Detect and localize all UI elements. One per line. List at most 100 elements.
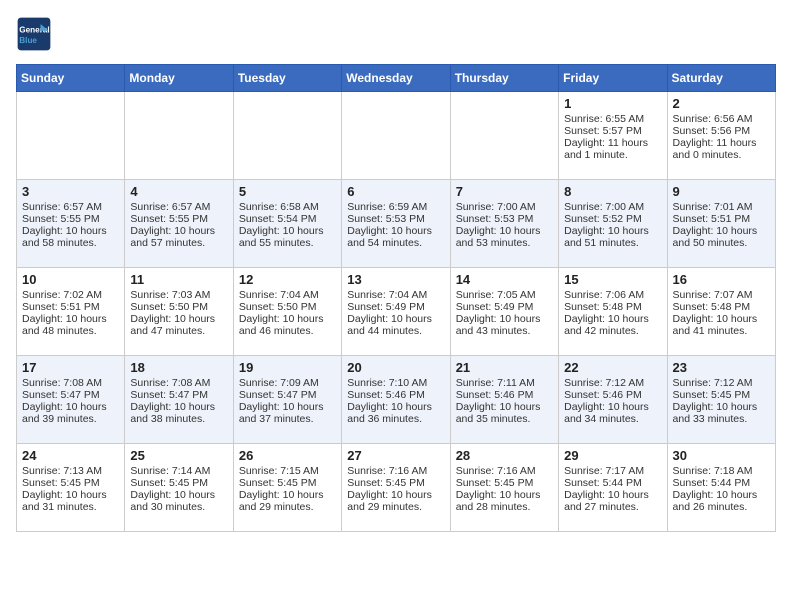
day-number: 8 <box>564 184 661 199</box>
day-info: and 41 minutes. <box>673 325 770 337</box>
day-info: and 50 minutes. <box>673 237 770 249</box>
day-number: 28 <box>456 448 553 463</box>
week-row-3: 10Sunrise: 7:02 AMSunset: 5:51 PMDayligh… <box>17 268 776 356</box>
calendar-cell: 13Sunrise: 7:04 AMSunset: 5:49 PMDayligh… <box>342 268 450 356</box>
day-info: Sunrise: 7:00 AM <box>564 201 661 213</box>
calendar-cell: 17Sunrise: 7:08 AMSunset: 5:47 PMDayligh… <box>17 356 125 444</box>
day-number: 21 <box>456 360 553 375</box>
day-info: and 58 minutes. <box>22 237 119 249</box>
day-number: 15 <box>564 272 661 287</box>
day-info: Sunrise: 7:10 AM <box>347 377 444 389</box>
day-info: Sunrise: 7:12 AM <box>673 377 770 389</box>
day-info: Sunset: 5:45 PM <box>456 477 553 489</box>
day-info: Daylight: 10 hours <box>239 401 336 413</box>
day-info: and 37 minutes. <box>239 413 336 425</box>
calendar-cell: 1Sunrise: 6:55 AMSunset: 5:57 PMDaylight… <box>559 92 667 180</box>
weekday-header-saturday: Saturday <box>667 65 775 92</box>
day-info: Daylight: 10 hours <box>673 489 770 501</box>
day-info: Sunrise: 7:00 AM <box>456 201 553 213</box>
day-info: Sunset: 5:51 PM <box>673 213 770 225</box>
day-info: and 36 minutes. <box>347 413 444 425</box>
calendar-cell <box>125 92 233 180</box>
day-info: Sunset: 5:47 PM <box>130 389 227 401</box>
day-number: 23 <box>673 360 770 375</box>
day-info: Sunset: 5:45 PM <box>22 477 119 489</box>
day-number: 7 <box>456 184 553 199</box>
day-info: Daylight: 10 hours <box>347 489 444 501</box>
day-info: Sunset: 5:45 PM <box>673 389 770 401</box>
svg-text:Blue: Blue <box>19 36 37 45</box>
day-number: 14 <box>456 272 553 287</box>
day-info: Sunset: 5:44 PM <box>673 477 770 489</box>
calendar-cell: 3Sunrise: 6:57 AMSunset: 5:55 PMDaylight… <box>17 180 125 268</box>
day-info: and 34 minutes. <box>564 413 661 425</box>
day-number: 24 <box>22 448 119 463</box>
day-info: Sunrise: 7:13 AM <box>22 465 119 477</box>
day-info: Sunrise: 7:11 AM <box>456 377 553 389</box>
calendar-cell: 14Sunrise: 7:05 AMSunset: 5:49 PMDayligh… <box>450 268 558 356</box>
day-number: 30 <box>673 448 770 463</box>
weekday-header-wednesday: Wednesday <box>342 65 450 92</box>
day-info: Daylight: 10 hours <box>22 401 119 413</box>
weekday-header-friday: Friday <box>559 65 667 92</box>
day-info: and 54 minutes. <box>347 237 444 249</box>
week-row-2: 3Sunrise: 6:57 AMSunset: 5:55 PMDaylight… <box>17 180 776 268</box>
calendar-cell: 8Sunrise: 7:00 AMSunset: 5:52 PMDaylight… <box>559 180 667 268</box>
calendar-table: SundayMondayTuesdayWednesdayThursdayFrid… <box>16 64 776 532</box>
day-info: Daylight: 10 hours <box>673 401 770 413</box>
calendar-cell: 16Sunrise: 7:07 AMSunset: 5:48 PMDayligh… <box>667 268 775 356</box>
week-row-1: 1Sunrise: 6:55 AMSunset: 5:57 PMDaylight… <box>17 92 776 180</box>
day-number: 3 <box>22 184 119 199</box>
day-info: and 51 minutes. <box>564 237 661 249</box>
calendar-cell: 10Sunrise: 7:02 AMSunset: 5:51 PMDayligh… <box>17 268 125 356</box>
calendar-cell: 15Sunrise: 7:06 AMSunset: 5:48 PMDayligh… <box>559 268 667 356</box>
day-info: Daylight: 10 hours <box>130 313 227 325</box>
calendar-cell: 29Sunrise: 7:17 AMSunset: 5:44 PMDayligh… <box>559 444 667 532</box>
day-info: Sunrise: 6:55 AM <box>564 113 661 125</box>
day-info: and 28 minutes. <box>456 501 553 513</box>
day-info: Sunrise: 7:15 AM <box>239 465 336 477</box>
day-number: 5 <box>239 184 336 199</box>
calendar-cell: 27Sunrise: 7:16 AMSunset: 5:45 PMDayligh… <box>342 444 450 532</box>
day-number: 20 <box>347 360 444 375</box>
day-number: 1 <box>564 96 661 111</box>
day-number: 9 <box>673 184 770 199</box>
day-info: Sunset: 5:55 PM <box>130 213 227 225</box>
day-info: and 33 minutes. <box>673 413 770 425</box>
day-info: and 29 minutes. <box>239 501 336 513</box>
day-info: and 53 minutes. <box>456 237 553 249</box>
weekday-header-sunday: Sunday <box>17 65 125 92</box>
day-info: Sunrise: 7:16 AM <box>347 465 444 477</box>
calendar-cell: 5Sunrise: 6:58 AMSunset: 5:54 PMDaylight… <box>233 180 341 268</box>
day-number: 19 <box>239 360 336 375</box>
day-info: Sunset: 5:52 PM <box>564 213 661 225</box>
day-info: Sunrise: 7:04 AM <box>347 289 444 301</box>
day-info: and 46 minutes. <box>239 325 336 337</box>
day-info: Daylight: 10 hours <box>456 313 553 325</box>
day-info: Daylight: 10 hours <box>239 225 336 237</box>
week-row-4: 17Sunrise: 7:08 AMSunset: 5:47 PMDayligh… <box>17 356 776 444</box>
calendar-cell: 20Sunrise: 7:10 AMSunset: 5:46 PMDayligh… <box>342 356 450 444</box>
day-number: 18 <box>130 360 227 375</box>
day-info: and 44 minutes. <box>347 325 444 337</box>
day-info: Sunrise: 7:03 AM <box>130 289 227 301</box>
day-info: Sunrise: 7:02 AM <box>22 289 119 301</box>
day-info: Daylight: 10 hours <box>239 313 336 325</box>
day-number: 11 <box>130 272 227 287</box>
day-info: Sunset: 5:46 PM <box>347 389 444 401</box>
day-info: Daylight: 10 hours <box>347 313 444 325</box>
calendar-cell: 11Sunrise: 7:03 AMSunset: 5:50 PMDayligh… <box>125 268 233 356</box>
day-info: Sunset: 5:46 PM <box>564 389 661 401</box>
day-number: 16 <box>673 272 770 287</box>
day-info: Daylight: 10 hours <box>564 313 661 325</box>
logo-icon: General Blue <box>16 16 52 52</box>
day-info: Sunset: 5:54 PM <box>239 213 336 225</box>
day-info: Daylight: 10 hours <box>673 313 770 325</box>
day-info: Sunrise: 7:12 AM <box>564 377 661 389</box>
day-info: Sunrise: 6:57 AM <box>22 201 119 213</box>
day-info: Daylight: 10 hours <box>456 225 553 237</box>
day-info: Daylight: 10 hours <box>130 225 227 237</box>
weekday-header-monday: Monday <box>125 65 233 92</box>
day-info: Sunrise: 6:56 AM <box>673 113 770 125</box>
day-info: and 57 minutes. <box>130 237 227 249</box>
